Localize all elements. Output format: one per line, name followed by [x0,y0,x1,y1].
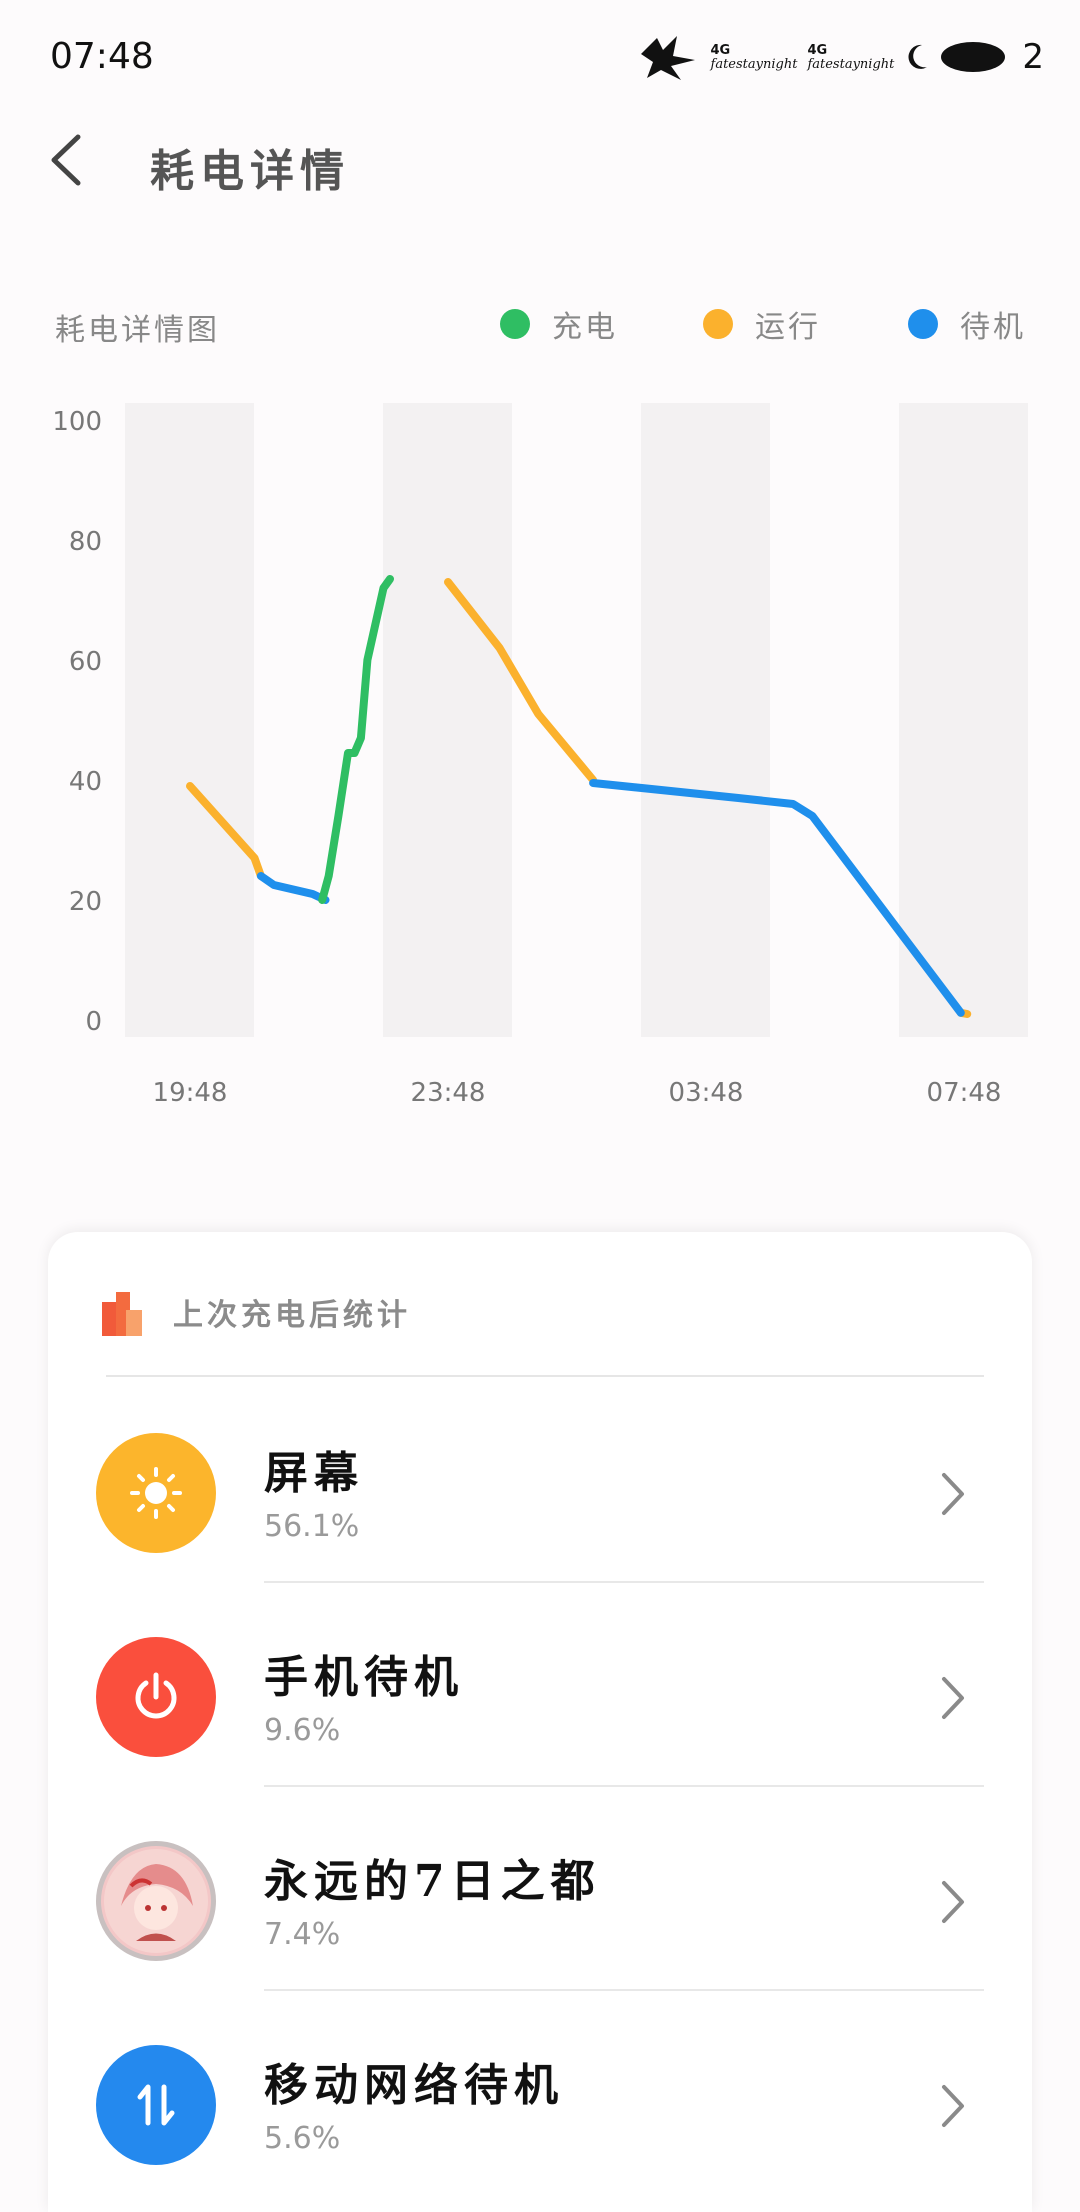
chevron-right-icon [942,1473,964,1515]
x-tick-label: 07:48 [927,1078,1002,1108]
list-item-mobile-network[interactable]: 移动网络待机 5.6% [48,1991,1032,2195]
legend-dot-charging [500,309,530,339]
list-item-app[interactable]: 永远的7日之都 7.4% [48,1787,1032,1991]
legend-running: 运行 [703,302,821,346]
x-tick-label: 03:48 [669,1078,744,1108]
moon-icon [908,44,928,69]
item-name: 永远的7日之都 [264,1856,601,1907]
y-tick-label: 80 [69,527,102,557]
signal-label-1: 4G [710,42,731,58]
chevron-right-icon [942,1881,964,1923]
divider [106,1375,984,1377]
stats-chart-icon [102,1292,142,1336]
x-tick-label: 19:48 [153,1078,228,1108]
power-icon [96,1637,216,1757]
y-tick-label: 60 [69,647,102,677]
carrier-name-1: fatestaynight [710,56,798,72]
status-icons: 4G fatestaynight 4G fatestaynight 2 [637,32,1044,82]
item-percent: 56.1% [264,1509,360,1544]
stats-title: 上次充电后统计 [173,1298,411,1333]
legend-label-running: 运行 [755,310,821,345]
y-tick-label: 0 [85,1007,102,1037]
chart-band [899,403,1028,1037]
carrier-name-2: fatestaynight [807,56,895,72]
y-tick-label: 20 [69,887,102,917]
chart-band [383,403,512,1037]
series-line [318,575,394,904]
legend-standby: 待机 [908,302,1026,346]
item-name: 屏幕 [264,1448,364,1499]
chevron-right-icon [942,1677,964,1719]
battery-chart: 100 80 60 40 20 0 19:48 23:48 03:48 07:48 [52,403,1028,1108]
battery-icon [941,42,1006,72]
legend-dot-running [703,309,733,339]
chart-band [125,403,254,1037]
legend-label-charging: 充电 [552,310,618,345]
sun-icon [96,1433,216,1553]
chevron-right-icon [942,2085,964,2127]
x-tick-label: 23:48 [411,1078,486,1108]
list-item-screen[interactable]: 屏幕 56.1% [48,1379,1032,1583]
chart-title: 耗电详情图 [55,313,220,348]
y-tick-label: 100 [52,407,102,437]
chart-band [641,403,770,1037]
battery-level: 2 [1022,37,1044,77]
legend-label-standby: 待机 [960,310,1026,345]
list-item-standby[interactable]: 手机待机 9.6% [48,1583,1032,1787]
status-time: 07:48 [50,36,154,77]
stats-card: 上次充电后统计 屏幕 56.1% 手机待机 9.6% 永远的7日之都 7.4% … [48,1232,1032,2212]
mobile-data-icon [96,2045,216,2165]
item-percent: 7.4% [264,1917,341,1952]
back-button[interactable] [40,125,100,195]
item-name: 手机待机 [264,1652,464,1703]
signal-label-2: 4G [807,42,828,58]
chevron-left-icon [51,134,81,186]
legend-charging: 充电 [500,302,618,346]
series-line [256,872,330,904]
y-tick-label: 40 [69,767,102,797]
item-percent: 5.6% [264,2121,341,2156]
notification-icon [640,36,695,80]
legend-dot-standby [908,309,938,339]
item-percent: 9.6% [264,1713,341,1748]
app-icon [96,1841,216,1961]
item-name: 移动网络待机 [264,2060,564,2111]
page-title: 耗电详情 [150,146,350,197]
